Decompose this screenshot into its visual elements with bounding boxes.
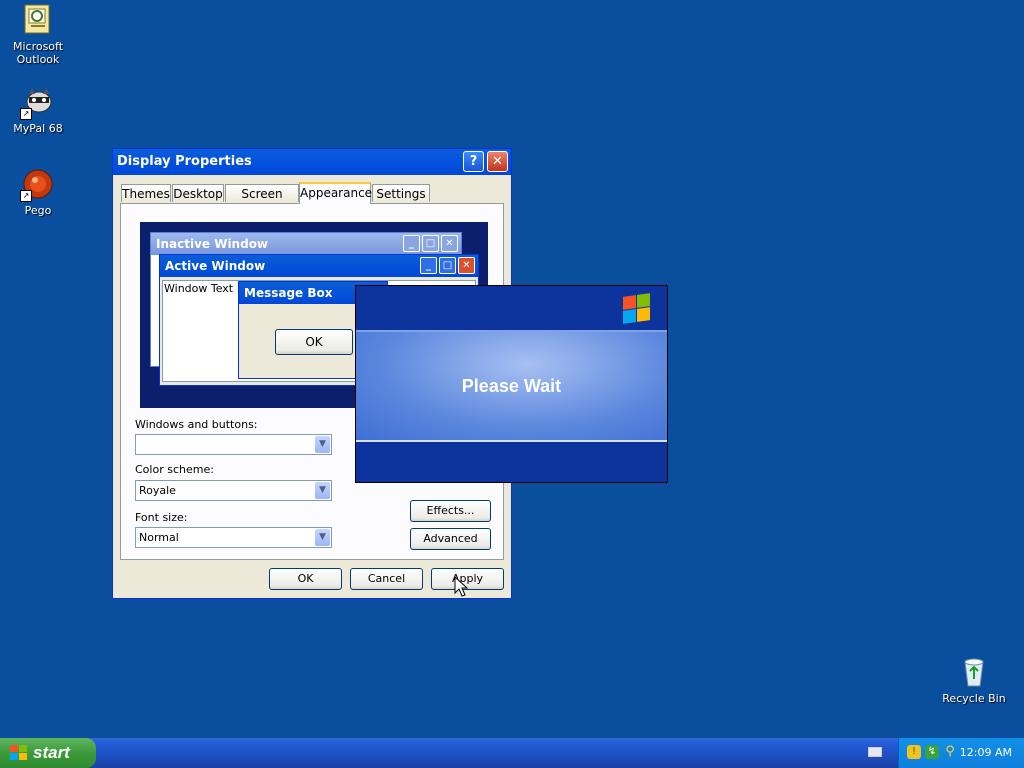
please-wait-footer <box>356 442 667 482</box>
windows-logo-icon <box>10 745 28 761</box>
system-tray: ! ↯ ⚲ 12:09 AM <box>898 738 1024 768</box>
outlook-icon <box>22 4 54 36</box>
tab-screen-saver[interactable]: Screen Saver <box>225 184 299 219</box>
please-wait-dialog: Please Wait <box>355 285 668 483</box>
cancel-button[interactable]: Cancel <box>350 568 423 590</box>
ok-button[interactable]: OK <box>269 568 342 590</box>
close-icon: ✕ <box>441 235 458 252</box>
window-title: Display Properties <box>117 154 252 169</box>
preview-ok-button: OK <box>275 329 353 355</box>
font-size-select[interactable]: Normal ▼ <box>135 527 332 548</box>
shortcut-arrow-icon: ↗ <box>20 190 32 202</box>
desktop-icon-mypal[interactable]: ↗ MyPal 68 <box>0 86 76 135</box>
help-button[interactable]: ? <box>463 151 484 172</box>
pego-icon: ↗ <box>20 168 54 202</box>
window-titlebar[interactable]: Display Properties ? ✕ <box>113 149 511 175</box>
network-icon[interactable]: ↯ <box>925 745 939 759</box>
tab-appearance[interactable]: Appearance <box>299 182 372 204</box>
search-icon[interactable]: ⚲ <box>943 745 957 759</box>
desktop-icon-label: Pego <box>24 204 52 217</box>
preview-active-title: Active Window <box>165 259 266 273</box>
close-button[interactable]: ✕ <box>487 151 508 172</box>
minimize-icon: _ <box>403 235 420 252</box>
please-wait-header <box>356 286 667 332</box>
maximize-icon: □ <box>422 235 439 252</box>
preview-active-titlebar: Active Window _ □ ✕ <box>160 255 478 277</box>
preview-inactive-titlebar: Inactive Window _ □ ✕ <box>151 233 461 255</box>
tab-desktop[interactable]: Desktop <box>172 184 224 202</box>
start-button[interactable]: start <box>0 738 96 768</box>
chevron-down-icon[interactable]: ▼ <box>315 529 330 546</box>
please-wait-message: Please Wait <box>356 332 667 442</box>
advanced-button[interactable]: Advanced <box>410 528 491 550</box>
desktop-icon-pego[interactable]: ↗ Pego <box>0 168 76 217</box>
desktop-icon-label: Recycle Bin <box>942 692 1006 705</box>
desktop-icon-label: Microsoft Outlook <box>12 40 64 66</box>
taskbar: start ! ↯ ⚲ 12:09 AM <box>0 738 1024 768</box>
clock[interactable]: 12:09 AM <box>960 746 1012 759</box>
desktop-icon-label: MyPal 68 <box>13 122 63 135</box>
security-shield-icon[interactable]: ! <box>907 745 921 759</box>
tab-themes[interactable]: Themes <box>121 184 171 202</box>
preview-window-text: Window Text <box>164 282 234 295</box>
start-label: start <box>33 743 70 762</box>
color-scheme-label: Color scheme: <box>135 463 214 476</box>
recycle-bin-icon <box>958 656 990 688</box>
shortcut-arrow-icon: ↗ <box>20 108 32 120</box>
maximize-icon: □ <box>439 257 456 274</box>
color-scheme-select[interactable]: Royale ▼ <box>135 480 332 501</box>
close-icon: ✕ <box>492 154 503 169</box>
color-scheme-value: Royale <box>139 484 176 497</box>
chevron-down-icon[interactable]: ▼ <box>315 482 330 499</box>
effects-button[interactable]: Effects... <box>410 500 491 522</box>
windows-and-buttons-label: Windows and buttons: <box>135 418 258 431</box>
keyboard-icon[interactable] <box>868 747 882 757</box>
raccoon-icon: ↗ <box>20 86 54 120</box>
chevron-down-icon[interactable]: ▼ <box>315 436 330 453</box>
help-icon: ? <box>469 154 478 169</box>
close-icon: ✕ <box>458 257 475 274</box>
desktop-icon-recycle-bin[interactable]: Recycle Bin <box>936 656 1012 705</box>
font-size-label: Font size: <box>135 511 188 524</box>
preview-message-title: Message Box <box>244 286 333 300</box>
mouse-cursor-icon <box>454 576 468 597</box>
preview-inactive-title: Inactive Window <box>156 237 269 251</box>
desktop-icon-outlook[interactable]: Microsoft Outlook <box>0 4 76 66</box>
tab-settings[interactable]: Settings <box>372 184 430 202</box>
font-size-value: Normal <box>139 531 179 544</box>
minimize-icon: _ <box>420 257 437 274</box>
windows-logo-icon <box>621 293 651 324</box>
windows-and-buttons-select[interactable]: ▼ <box>135 434 332 455</box>
